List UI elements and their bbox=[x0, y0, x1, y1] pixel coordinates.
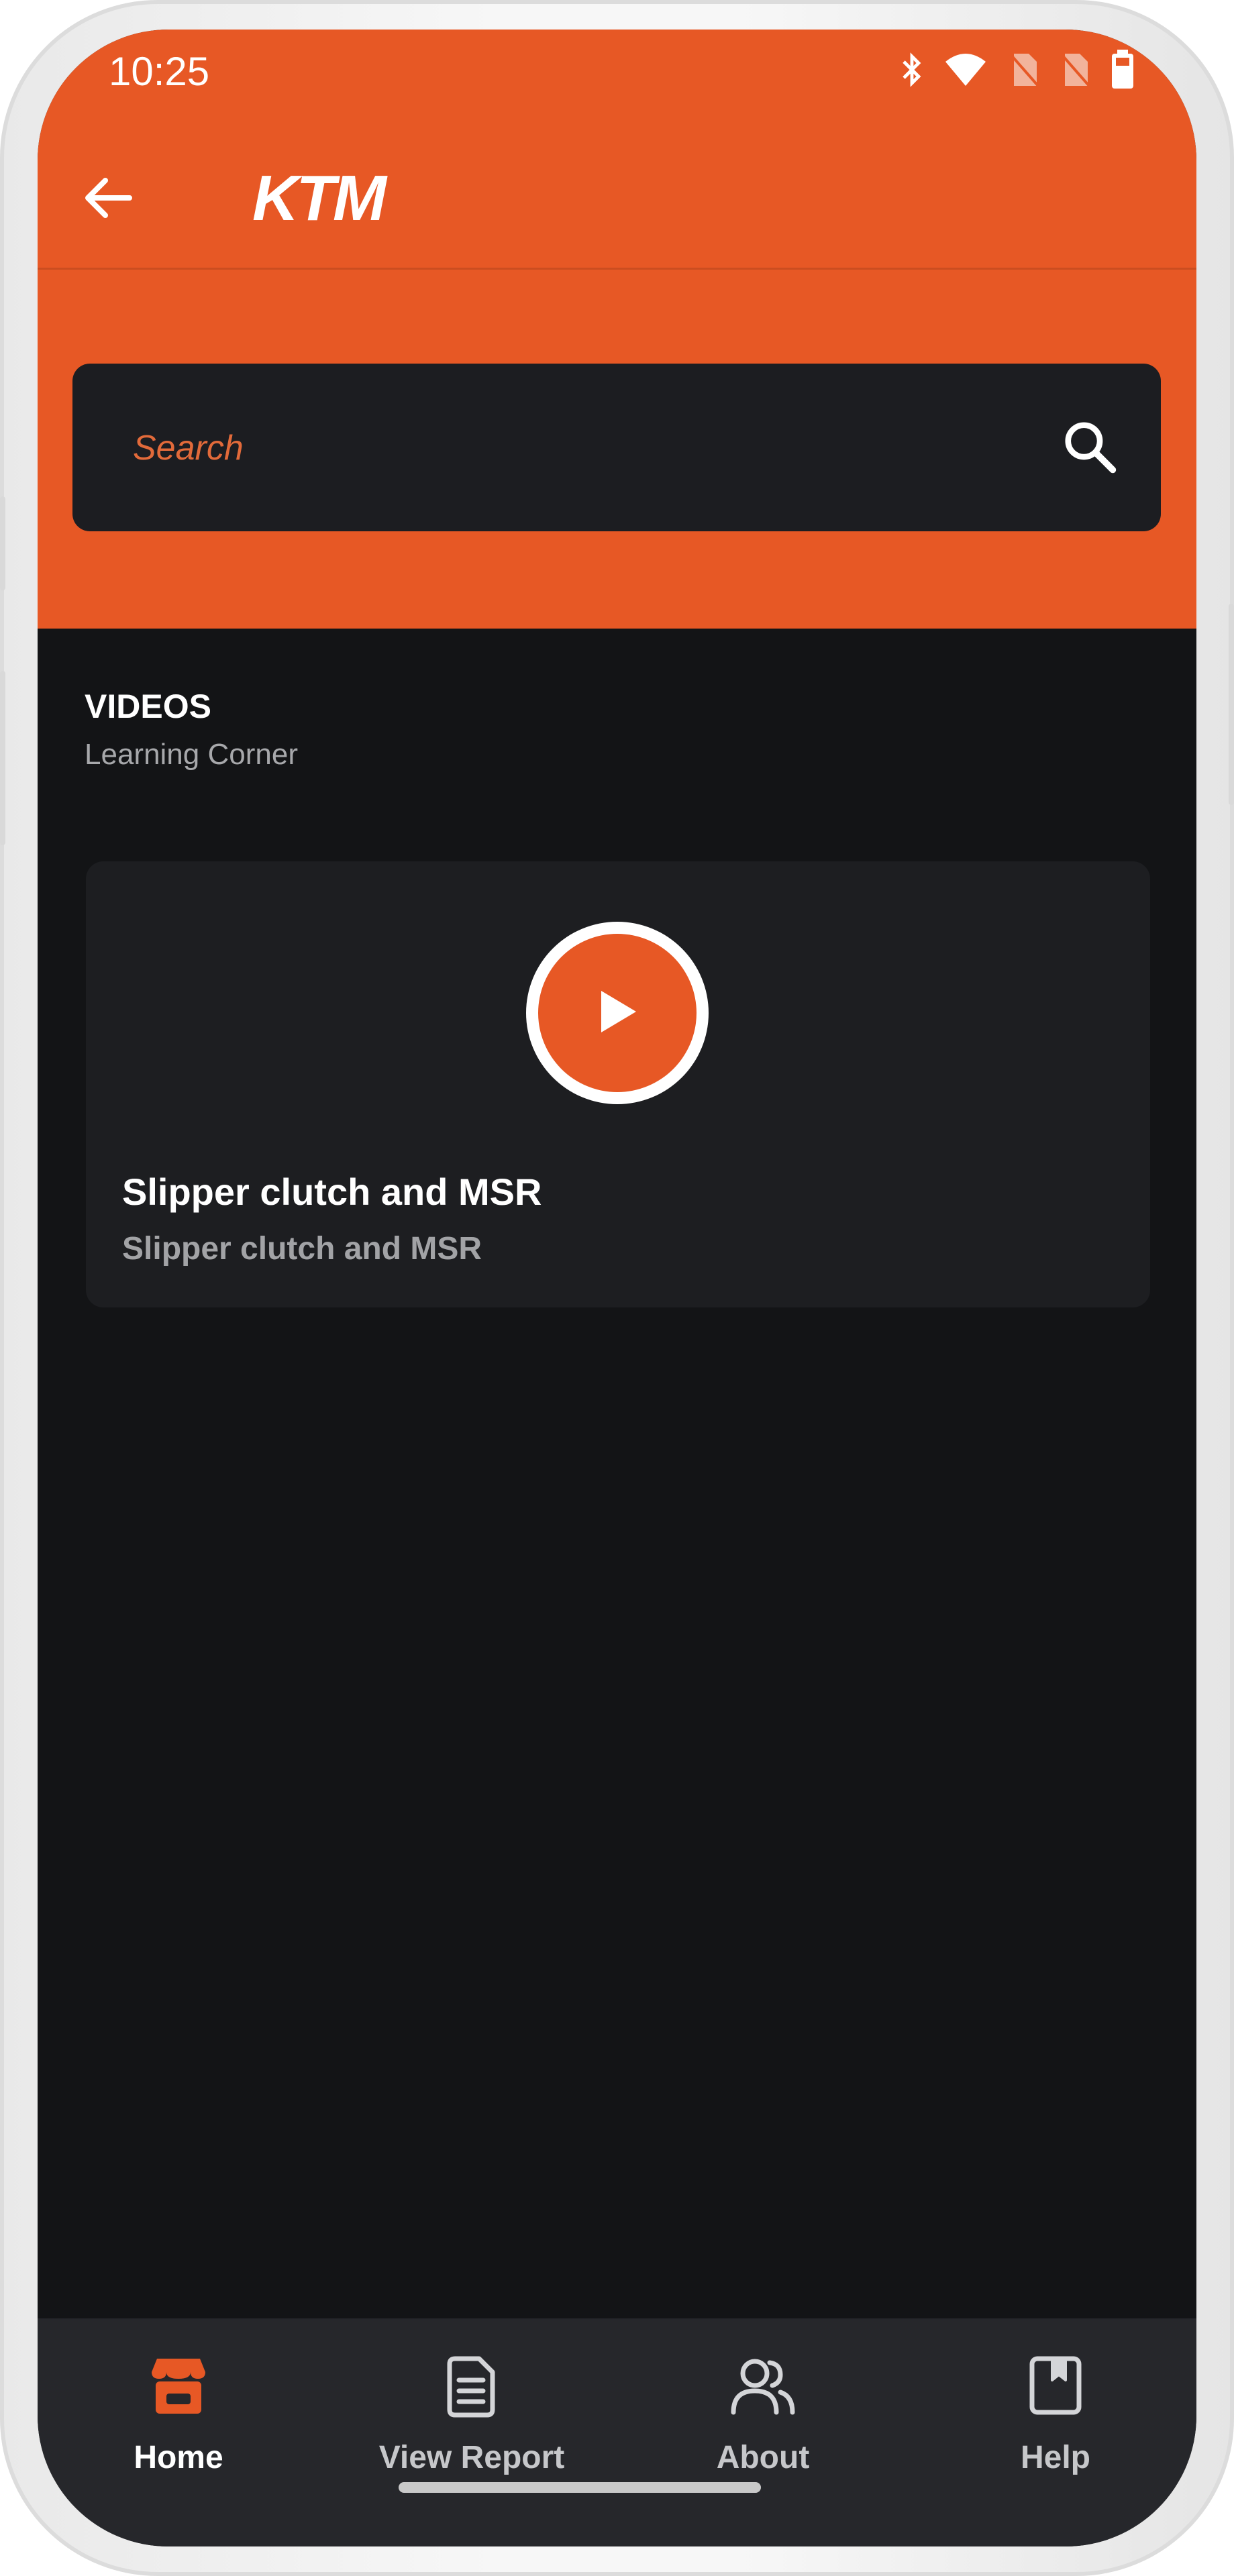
bluetooth-icon bbox=[898, 51, 925, 92]
play-icon bbox=[596, 988, 639, 1038]
back-button[interactable] bbox=[71, 166, 145, 233]
bottom-nav: Home View Report About Help bbox=[38, 2318, 1196, 2546]
search-input[interactable] bbox=[132, 417, 1007, 479]
nav-label-home: Home bbox=[134, 2440, 223, 2475]
app-screen: 10:25 KTM Search VIDEOS Learning Corner … bbox=[38, 30, 1196, 2546]
phone-side-button bbox=[0, 671, 5, 845]
ktm-logo: KTM bbox=[252, 162, 387, 234]
status-time: 10:25 bbox=[109, 49, 210, 94]
no-sim-icon bbox=[1058, 51, 1092, 92]
app-bar: KTM bbox=[38, 133, 1196, 270]
section-subtitle: Learning Corner bbox=[85, 738, 298, 771]
video-subtitle: Slipper clutch and MSR bbox=[122, 1231, 482, 1267]
search-icon bbox=[1061, 418, 1119, 479]
arrow-left-icon bbox=[81, 171, 135, 228]
phone-side-button bbox=[1229, 604, 1234, 805]
bookmark-icon bbox=[1025, 2345, 1086, 2426]
nav-item-about[interactable]: About bbox=[629, 2318, 897, 2493]
video-card[interactable]: Slipper clutch and MSR Slipper clutch an… bbox=[86, 861, 1150, 1307]
no-sim-icon bbox=[1007, 51, 1041, 92]
nav-label-help: Help bbox=[1020, 2440, 1090, 2475]
status-bar: 10:25 bbox=[38, 30, 1196, 123]
nav-label-view-report: View Report bbox=[378, 2440, 565, 2475]
header-area: 10:25 KTM Search bbox=[38, 30, 1196, 629]
status-icons bbox=[898, 50, 1136, 93]
nav-item-home[interactable]: Home bbox=[44, 2318, 313, 2493]
nav-label-about: About bbox=[716, 2440, 810, 2475]
nav-item-help[interactable]: Help bbox=[921, 2318, 1190, 2493]
search-bar[interactable] bbox=[72, 364, 1161, 531]
search-button[interactable] bbox=[1056, 415, 1123, 482]
play-button-fill bbox=[538, 934, 697, 1092]
people-icon bbox=[728, 2345, 798, 2426]
wifi-icon bbox=[943, 51, 990, 92]
home-indicator[interactable] bbox=[399, 2482, 761, 2493]
video-title: Slipper clutch and MSR bbox=[122, 1171, 542, 1213]
nav-item-view-report[interactable]: View Report bbox=[338, 2318, 606, 2493]
play-button[interactable] bbox=[526, 922, 709, 1104]
document-icon bbox=[442, 2345, 502, 2426]
battery-icon bbox=[1109, 50, 1136, 93]
store-icon bbox=[146, 2345, 211, 2426]
phone-side-button bbox=[0, 496, 5, 590]
section-title: VIDEOS bbox=[85, 688, 211, 725]
